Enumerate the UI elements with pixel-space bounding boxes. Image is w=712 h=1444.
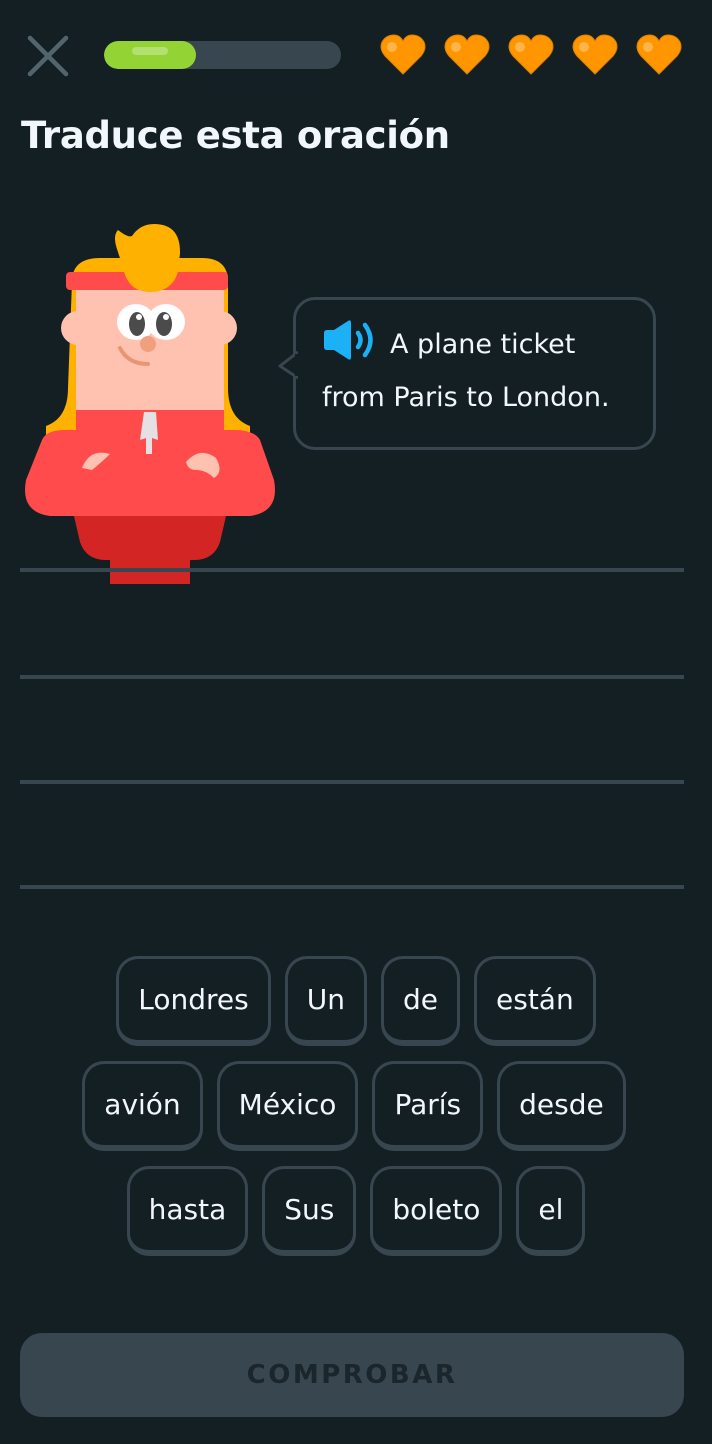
word-tile[interactable]: boleto xyxy=(370,1166,503,1256)
heart-icon xyxy=(443,34,491,80)
play-audio-button[interactable] xyxy=(322,320,378,360)
prompt-speech-bubble: A plane ticket from Paris to London. xyxy=(278,297,656,450)
heart-icon xyxy=(507,34,555,80)
word-bank-row: hasta Sus boleto el xyxy=(0,1166,712,1256)
prompt-line-2: from Paris to London. xyxy=(322,382,610,413)
heart-icon xyxy=(635,34,683,80)
answer-line xyxy=(20,568,684,572)
character-nose xyxy=(140,336,156,352)
prompt-sentence: A plane ticket from Paris to London. xyxy=(322,318,633,424)
word-tile[interactable]: París xyxy=(372,1061,484,1151)
answer-line xyxy=(20,885,684,889)
exercise-title: Traduce esta oración xyxy=(21,114,450,157)
word-tile[interactable]: el xyxy=(516,1166,586,1256)
word-tile[interactable]: desde xyxy=(497,1061,626,1151)
check-button[interactable]: COMPROBAR xyxy=(20,1333,684,1417)
character-ear-left xyxy=(61,311,95,345)
heart-icon xyxy=(379,34,427,80)
character-face xyxy=(76,280,224,430)
character-illustration xyxy=(25,224,275,584)
character-ear-right xyxy=(203,311,237,345)
heart-icon xyxy=(571,34,619,80)
word-tile[interactable]: avión xyxy=(82,1061,203,1151)
word-bank-row: avión México París desde xyxy=(0,1061,712,1151)
word-tile[interactable]: Londres xyxy=(116,956,271,1046)
bubble-tail xyxy=(278,350,298,380)
speaker-audio-icon xyxy=(324,320,373,360)
word-tile[interactable]: Sus xyxy=(262,1166,357,1256)
word-tile[interactable]: Un xyxy=(284,956,367,1046)
lesson-progress-bar xyxy=(104,41,341,69)
answer-line xyxy=(20,780,684,784)
close-x-icon xyxy=(27,35,69,77)
character-lower-body xyxy=(74,516,226,560)
word-tile[interactable]: de xyxy=(381,956,460,1046)
word-tile[interactable]: hasta xyxy=(126,1166,249,1256)
answer-line xyxy=(20,675,684,679)
progress-fill xyxy=(104,41,197,69)
progress-shine xyxy=(132,47,168,55)
word-bank: Londres Un de están avión México París d… xyxy=(0,956,712,1271)
prompt-line-1: A plane ticket xyxy=(390,329,576,360)
close-button[interactable] xyxy=(26,34,70,78)
word-tile[interactable]: México xyxy=(216,1061,359,1151)
hearts-counter xyxy=(379,34,683,80)
word-tile[interactable]: están xyxy=(474,956,596,1046)
word-bank-row: Londres Un de están xyxy=(0,956,712,1046)
